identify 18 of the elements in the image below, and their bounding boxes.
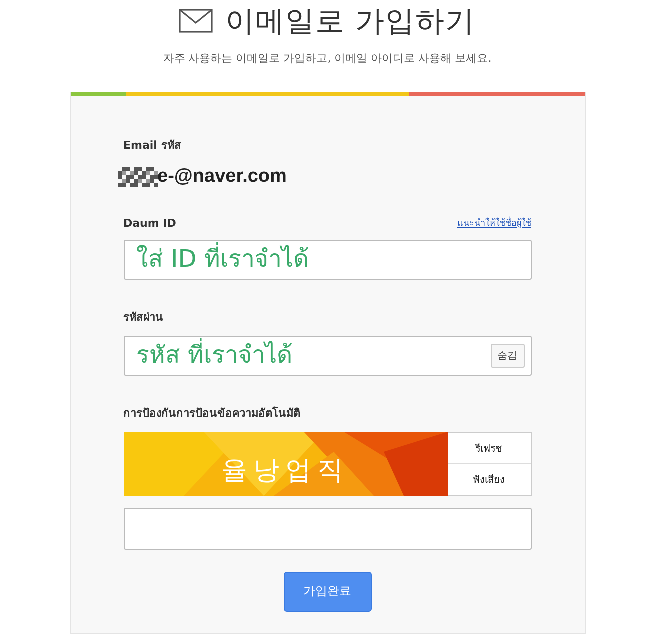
captcha-text: 율낭업직	[222, 455, 350, 488]
username-suggestion-link[interactable]: แนะนำให้ใช้ชื่อผู้ใช้	[458, 216, 532, 230]
password-label: รหัสผ่าน	[124, 310, 164, 326]
captcha-input-field[interactable]	[124, 508, 532, 550]
envelope-icon	[179, 9, 214, 34]
captcha-label: การป้องกันการป้อนข้อความอัตโนมัติ	[124, 406, 300, 422]
refresh-button[interactable]: รีเฟรช	[448, 432, 530, 464]
id-value: ใส่ ID ที่เราจำได้	[136, 244, 310, 276]
page-title: 이메일로 가입하기	[225, 4, 476, 39]
listen-button[interactable]: ฟังเสียง	[448, 463, 530, 495]
password-value: รหัส ที่เราจำได้	[136, 340, 294, 372]
daum-id-label: Daum ID	[124, 216, 176, 230]
email-label: Email รหัส	[124, 138, 182, 154]
hide-password-button[interactable]: 숨김	[490, 344, 524, 368]
password-field[interactable]: รหัส ที่เราจำได้ 숨김	[124, 336, 532, 376]
pixelated-redaction-icon	[118, 166, 158, 187]
page-subtitle: 자주 사용하는 이메일로 가입하고, 이메일 아이디로 사용해 보세요.	[163, 50, 492, 66]
email-address: e-@naver.com	[158, 166, 287, 188]
